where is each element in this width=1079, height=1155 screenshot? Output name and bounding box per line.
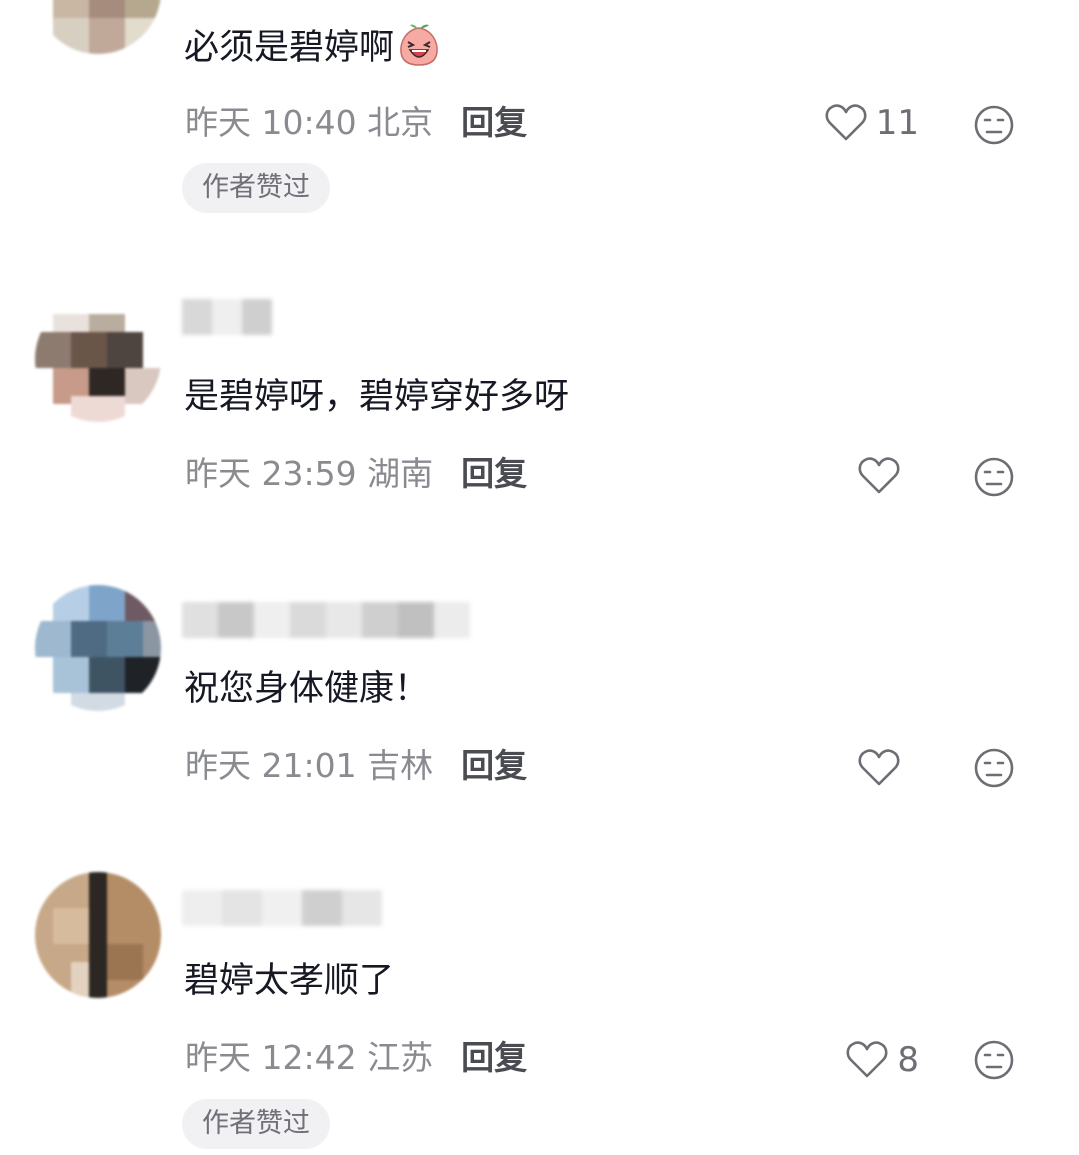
username[interactable] — [182, 299, 482, 335]
heart-outline-icon — [846, 1041, 888, 1078]
meh-face-icon[interactable] — [972, 746, 1016, 790]
avatar[interactable] — [35, 296, 161, 422]
avatar[interactable] — [35, 872, 161, 998]
laughing-peach-emoji-icon — [400, 24, 438, 66]
comment-text: 必须是碧婷啊 — [184, 28, 395, 68]
meh-face-icon[interactable] — [972, 103, 1016, 147]
heart-outline-icon — [858, 749, 900, 786]
author-liked-badge: 作者赞过 — [182, 1099, 330, 1149]
like-button[interactable]: 8 — [845, 1038, 919, 1082]
username[interactable] — [182, 602, 482, 638]
meh-face-icon[interactable] — [972, 1038, 1016, 1082]
heart-outline-icon — [858, 457, 900, 494]
comment-text: 是碧婷呀，碧婷穿好多呀 — [184, 377, 570, 417]
comment-text: 祝您身体健康！ — [184, 669, 430, 709]
avatar[interactable] — [35, 585, 161, 711]
reply-button[interactable]: 回复 — [461, 454, 527, 493]
comment-time-location: 昨天 10:40 北京 — [185, 103, 434, 142]
like-button[interactable] — [857, 746, 919, 790]
like-button[interactable]: 11 — [824, 101, 919, 145]
like-count: 8 — [897, 1040, 919, 1080]
reply-button[interactable]: 回复 — [461, 746, 527, 785]
reply-button[interactable]: 回复 — [461, 103, 527, 142]
author-liked-badge: 作者赞过 — [182, 163, 330, 213]
reply-button[interactable]: 回复 — [461, 1038, 527, 1077]
heart-outline-icon — [825, 104, 867, 141]
comment-time-location: 昨天 23:59 湖南 — [185, 454, 434, 493]
comment-text: 碧婷太孝顺了 — [184, 961, 395, 1001]
username[interactable] — [182, 890, 482, 926]
like-button[interactable] — [857, 454, 919, 498]
comment-time-location: 昨天 21:01 吉林 — [185, 746, 434, 785]
avatar[interactable] — [35, 0, 161, 54]
like-count: 11 — [875, 103, 919, 143]
comment-time-location: 昨天 12:42 江苏 — [185, 1038, 434, 1077]
meh-face-icon[interactable] — [972, 455, 1016, 499]
